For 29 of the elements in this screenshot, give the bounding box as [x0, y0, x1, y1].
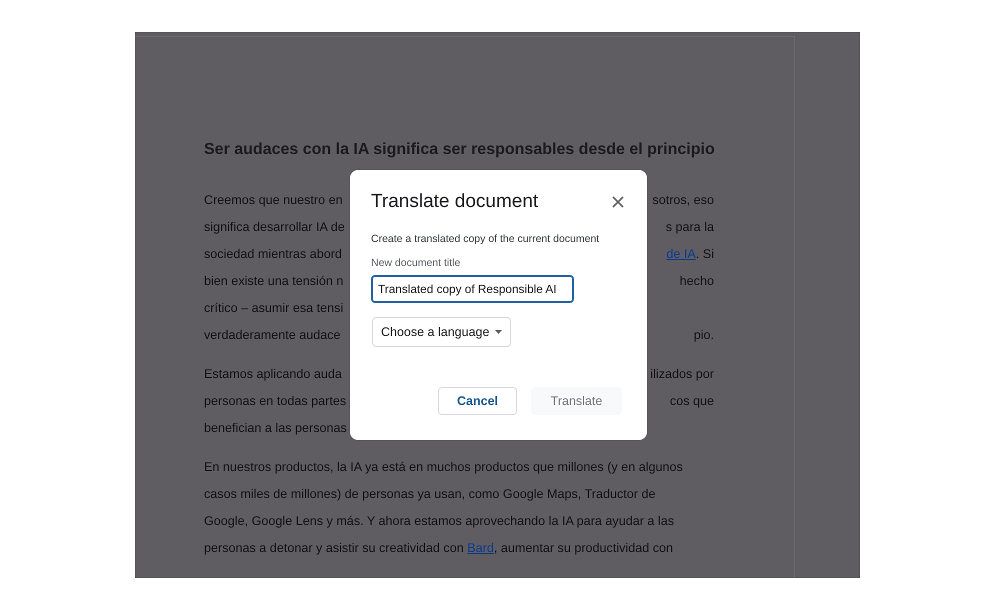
text-line: personas a detonar y asistir su creatividad con Bard, aumentar su productividad con: [204, 540, 674, 557]
dialog-description: Create a translated copy of the current document: [371, 233, 600, 245]
text-line: personas en todas partes: [204, 393, 346, 410]
text-line: Google, Google Lens y más. Y ahora estamos aprovechando la IA para ayudar a las: [204, 513, 674, 530]
cancel-button[interactable]: Cancel: [438, 387, 517, 415]
text-line: sotros, eso: [652, 192, 714, 209]
language-dropdown[interactable]: Choose a language: [372, 317, 512, 347]
close-icon[interactable]: [612, 196, 624, 208]
text-line: significa desarrollar IA de: [204, 219, 345, 236]
title-input-field[interactable]: Translated copy of Responsible AI: [371, 275, 574, 303]
text-line: cos que: [670, 393, 714, 410]
text-line: crítico – asumir esa tensi: [204, 300, 344, 317]
text-line: casos miles de millones) de personas ya usan, como Google Maps, Traductor de: [204, 486, 656, 503]
text-line: benefician a las personas: [204, 420, 347, 437]
field-label: New document title: [371, 257, 462, 269]
text-line: Estamos aplicando auda: [204, 366, 342, 383]
text-line: bien existe una tensión n: [204, 273, 344, 290]
text-line: hecho: [680, 273, 714, 290]
text-line: de IA. Si: [666, 246, 714, 263]
text-line: s para la: [666, 219, 714, 236]
document-heading: Ser audaces con la IA significa ser responsables desde el principio: [204, 140, 715, 160]
text-line: verdaderamente audace: [204, 327, 341, 344]
text-line: pio.: [694, 327, 714, 344]
text-line: Creemos que nuestro en: [204, 192, 343, 209]
dialog-title: Translate document: [371, 191, 538, 213]
text-line: ilizados por: [650, 366, 714, 383]
text-line: En nuestros productos, la IA ya está en muchos productos que millones (y en algunos: [204, 459, 683, 476]
text-line: sociedad mientras abord: [204, 246, 342, 263]
caret-icon: [495, 330, 502, 334]
